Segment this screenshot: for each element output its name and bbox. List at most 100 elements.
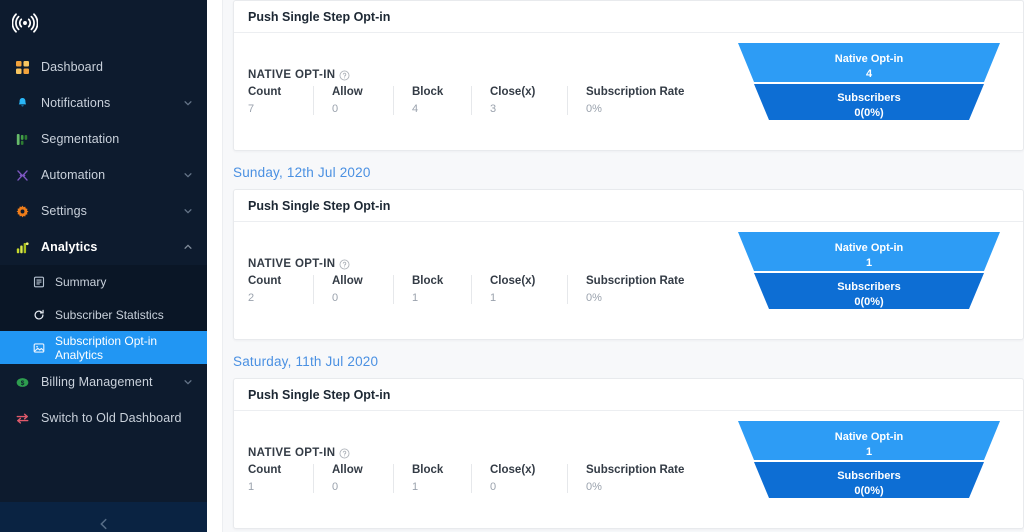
svg-text:$: $: [20, 380, 24, 387]
sidebar-subitem-label: Summary: [55, 274, 107, 289]
sidebar-item-notifications[interactable]: Notifications: [0, 85, 207, 121]
funnel-top-segment: [738, 232, 1000, 271]
optin-card: Push Single Step Opt-in NATIVE OPT-IN Co…: [233, 189, 1024, 340]
stat-value: 0: [332, 292, 339, 304]
funnel-chart: Native Opt-in 1 Subscribers 0(0%): [738, 232, 1000, 312]
sidebar-item-subscription-optin-analytics[interactable]: Subscription Opt-in Analytics: [0, 331, 207, 364]
stat-value: 4: [412, 103, 419, 115]
stat-cell: Subscription Rate 0%: [586, 275, 702, 304]
analytics-section-0: Push Single Step Opt-in NATIVE OPT-IN Co…: [223, 0, 1024, 151]
funnel-chart: Native Opt-in 1 Subscribers 0(0%): [738, 421, 1000, 501]
sidebar-item-label: Switch to Old Dashboard: [41, 411, 182, 425]
stat-cell: Allow 0: [332, 86, 394, 115]
stat-value: 1: [412, 292, 419, 304]
analytics-sections: Push Single Step Opt-in NATIVE OPT-IN Co…: [207, 0, 1024, 529]
stat-label: Close(x): [490, 275, 536, 287]
sidebar-item-billing-management[interactable]: $ Billing Management: [0, 364, 207, 400]
sidebar-item-analytics[interactable]: Analytics: [0, 229, 207, 265]
sidebar-item-label: Settings: [41, 204, 87, 218]
stats-group-label: NATIVE OPT-IN: [248, 258, 738, 270]
card-title: Push Single Step Opt-in: [234, 379, 1023, 411]
stat-value: 7: [248, 103, 255, 115]
stat-cell: Allow 0: [332, 464, 394, 493]
sidebar-item-summary[interactable]: Summary: [0, 265, 207, 298]
card-body: NATIVE OPT-IN Count 2 Allow 0 Block 1 Close(x)…: [234, 222, 1023, 339]
switch-icon: [14, 410, 30, 426]
stat-cell: Block 4: [412, 86, 472, 115]
stat-label: Count: [248, 86, 282, 98]
card-body: NATIVE OPT-IN Count 1 Allow 0 Block 1 Close(x)…: [234, 411, 1023, 528]
collapse-arrow-icon[interactable]: [97, 517, 111, 531]
automation-icon: [14, 167, 30, 183]
sidebar-item-automation[interactable]: Automation: [0, 157, 207, 193]
stat-label: Subscription Rate: [586, 464, 685, 476]
question-circle-icon[interactable]: [339, 259, 350, 270]
stat-value: 0%: [586, 292, 602, 304]
stat-label: Subscription Rate: [586, 86, 685, 98]
sidebar-footer-strip: [0, 502, 207, 532]
sidebar-item-subscriber-statistics[interactable]: Subscriber Statistics: [0, 298, 207, 331]
stat-label: Block: [412, 275, 444, 287]
funnel-chart: Native Opt-in 4 Subscribers 0(0%): [738, 43, 1000, 123]
stats-group-label-text: NATIVE OPT-IN: [248, 258, 336, 270]
analytics-section-2: Saturday, 11th Jul 2020 Push Single Step…: [223, 340, 1024, 529]
chevron-down-icon: [184, 380, 192, 385]
funnel-top-segment: [738, 421, 1000, 460]
stat-label: Block: [412, 464, 444, 476]
sidebar-item-settings[interactable]: Settings: [0, 193, 207, 229]
sidebar-item-label: Analytics: [41, 240, 98, 254]
sidebar-item-segmentation[interactable]: Segmentation: [0, 121, 207, 157]
stat-value: 0: [332, 103, 339, 115]
segment-icon: [14, 131, 30, 147]
stat-cell: Block 1: [412, 464, 472, 493]
bell-icon: [14, 95, 30, 111]
stat-cell: Count 2: [248, 275, 314, 304]
app-root: Dashboard Notifications Segmentation Aut…: [0, 0, 1024, 532]
stats-row: Count 1 Allow 0 Block 1 Close(x) 0 Subscription …: [248, 464, 738, 493]
stats-group-label-text: NATIVE OPT-IN: [248, 69, 336, 81]
funnel-bottom-segment: [754, 273, 984, 309]
summary-icon: [32, 275, 46, 289]
stats-group-label-text: NATIVE OPT-IN: [248, 447, 336, 459]
stat-value: 0: [490, 481, 497, 493]
funnel-bottom-segment: [754, 84, 984, 120]
stat-value: 0%: [586, 481, 602, 493]
stat-value: 0: [332, 481, 339, 493]
stat-cell: Close(x) 3: [490, 86, 568, 115]
sidebar-item-dashboard[interactable]: Dashboard: [0, 49, 207, 85]
question-circle-icon[interactable]: [339, 70, 350, 81]
section-date-heading: Sunday, 12th Jul 2020: [223, 151, 1024, 189]
funnel-chart-wrap: Native Opt-in 4 Subscribers 0(0%): [738, 33, 1023, 133]
funnel-bottom-segment: [754, 462, 984, 498]
money-icon: $: [14, 374, 30, 390]
stat-label: Close(x): [490, 464, 536, 476]
brand-logo[interactable]: [0, 0, 207, 45]
sidebar-item-label: Dashboard: [41, 60, 104, 74]
sidebar: Dashboard Notifications Segmentation Aut…: [0, 0, 207, 532]
stats-block: NATIVE OPT-IN Count 7 Allow 0 Block 4 Close(x)…: [234, 33, 738, 133]
stat-label: Count: [248, 464, 282, 476]
funnel-top-segment: [738, 43, 1000, 82]
sidebar-item-label: Segmentation: [41, 132, 120, 146]
stat-cell: Count 1: [248, 464, 314, 493]
analytics-section-1: Sunday, 12th Jul 2020 Push Single Step O…: [223, 151, 1024, 340]
sidebar-item-label: Automation: [41, 168, 106, 182]
section-date-heading: Saturday, 11th Jul 2020: [223, 340, 1024, 378]
stat-label: Subscription Rate: [586, 275, 685, 287]
sidebar-item-switch-to-old-dashboard[interactable]: Switch to Old Dashboard: [0, 400, 207, 436]
stat-cell: Close(x) 0: [490, 464, 568, 493]
stat-label: Close(x): [490, 86, 536, 98]
stats-block: NATIVE OPT-IN Count 1 Allow 0 Block 1 Close(x)…: [234, 411, 738, 511]
sidebar-item-label: Notifications: [41, 96, 111, 110]
stat-cell: Allow 0: [332, 275, 394, 304]
stat-cell: Subscription Rate 0%: [586, 464, 702, 493]
stat-label: Count: [248, 275, 282, 287]
stat-cell: Count 7: [248, 86, 314, 115]
sidebar-subitem-label: Subscriber Statistics: [55, 307, 164, 322]
stat-value: 1: [248, 481, 255, 493]
card-title: Push Single Step Opt-in: [234, 190, 1023, 222]
stat-cell: Subscription Rate 0%: [586, 86, 702, 115]
stat-value: 3: [490, 103, 497, 115]
question-circle-icon[interactable]: [339, 448, 350, 459]
chevron-up-icon: [184, 244, 192, 249]
